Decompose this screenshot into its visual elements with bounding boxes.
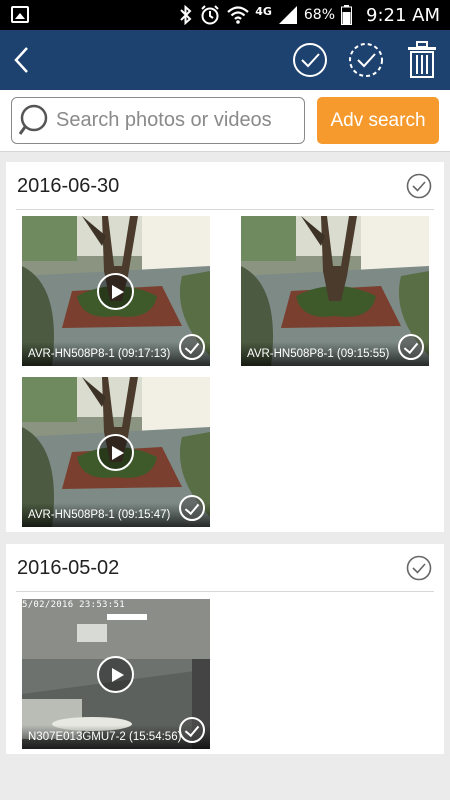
wifi-icon xyxy=(227,6,249,24)
date-group: 2016-05-02 5/02/2016 23:53:51 N307E013GM… xyxy=(6,544,444,754)
select-all-button[interactable] xyxy=(290,40,330,80)
status-bar: 4G 68% 9:21 AM xyxy=(0,0,450,30)
thumbnail-check-icon[interactable] xyxy=(179,334,205,360)
media-thumbnail[interactable]: AVR-HN508P8-1 (09:15:55) xyxy=(241,216,429,366)
group-date: 2016-06-30 xyxy=(17,175,120,197)
back-button[interactable] xyxy=(2,40,42,80)
clock: 9:21 AM xyxy=(366,4,440,26)
search-box[interactable] xyxy=(11,97,305,144)
media-thumbnail[interactable]: 5/02/2016 23:53:51 N307E013GMU7-2 (15:54… xyxy=(22,599,210,749)
thumbnail-check-icon[interactable] xyxy=(179,717,205,743)
action-bar xyxy=(0,30,450,90)
select-dashed-check-icon xyxy=(349,43,383,77)
date-group: 2016-06-30 AVR-HN508P8-1 (09:17:13) AVR-… xyxy=(6,162,444,532)
media-thumbnail[interactable]: AVR-HN508P8-1 (09:17:13) xyxy=(22,216,210,366)
delete-button[interactable] xyxy=(402,40,442,80)
adv-search-button[interactable]: Adv search xyxy=(317,97,439,144)
back-icon xyxy=(14,47,28,73)
network-type: 4G xyxy=(255,4,272,18)
signal-icon xyxy=(278,6,297,24)
video-timestamp-overlay: 5/02/2016 23:53:51 xyxy=(22,600,125,610)
select-group-check-icon[interactable] xyxy=(406,555,432,581)
alarm-icon xyxy=(201,5,219,25)
trash-icon xyxy=(408,41,436,78)
battery-percent: 68% xyxy=(303,7,335,23)
search-input[interactable] xyxy=(56,109,296,132)
thumbnail-check-icon[interactable] xyxy=(179,495,205,521)
image-icon xyxy=(11,6,29,23)
bluetooth-icon xyxy=(180,5,192,25)
play-icon xyxy=(97,656,134,693)
battery-icon xyxy=(341,5,352,25)
search-icon xyxy=(18,104,48,135)
media-thumbnail[interactable]: AVR-HN508P8-1 (09:15:47) xyxy=(22,377,210,527)
play-icon xyxy=(97,273,134,310)
date-group-header: 2016-05-02 xyxy=(16,544,434,592)
thumbnail-check-icon[interactable] xyxy=(398,334,424,360)
group-date: 2016-05-02 xyxy=(17,557,120,579)
select-all-check-icon xyxy=(293,43,327,77)
play-icon xyxy=(97,434,134,471)
search-row: Adv search xyxy=(0,90,450,152)
select-none-button[interactable] xyxy=(346,40,386,80)
select-group-check-icon[interactable] xyxy=(406,173,432,199)
date-group-header: 2016-06-30 xyxy=(16,162,434,210)
